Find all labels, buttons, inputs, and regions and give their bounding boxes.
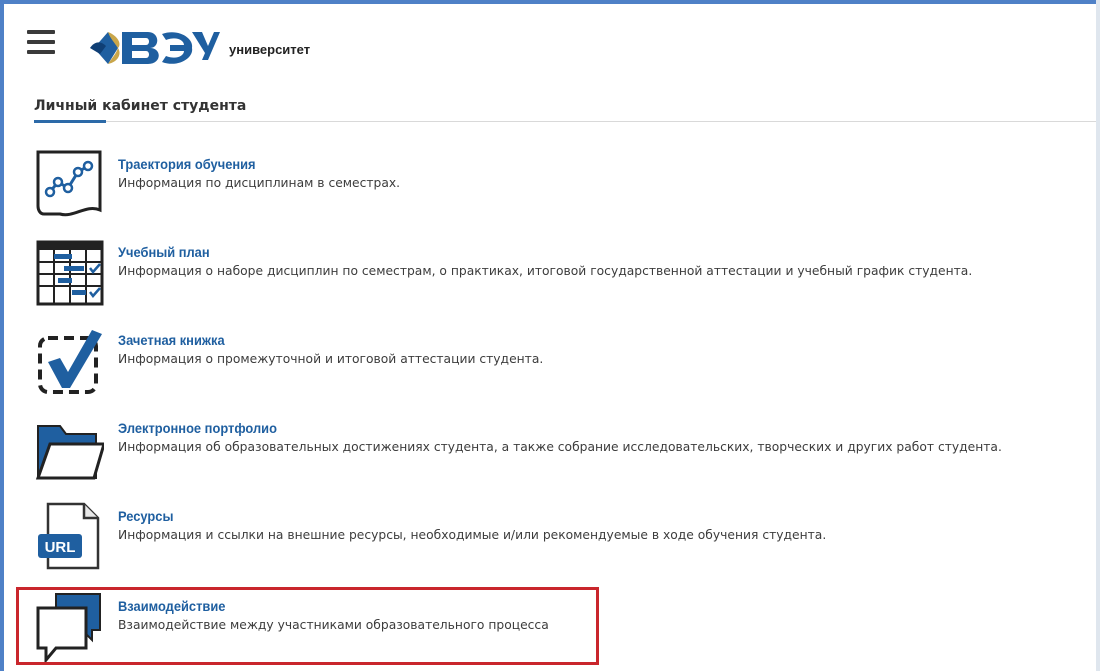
menu-item-title[interactable]: Электронное портфолио	[118, 420, 277, 436]
menu-item-portfolio[interactable]: Электронное портфолио Информация об обра…	[30, 406, 1090, 490]
university-name: университет	[229, 42, 311, 57]
window-frame-top	[0, 0, 1100, 4]
title-accent-bar	[34, 120, 106, 123]
svg-text:URL: URL	[45, 539, 76, 556]
highlight-frame	[16, 587, 599, 665]
menu-item-trajectory[interactable]: Траектория обучения Информация по дисцип…	[30, 142, 1090, 226]
menu-item-description: Информация о наборе дисциплин по семестр…	[118, 264, 973, 278]
window-frame-right	[1096, 0, 1100, 671]
menu-item-title[interactable]: Зачетная книжка	[118, 332, 225, 348]
menu-item-title[interactable]: Траектория обучения	[118, 156, 256, 172]
study-plan-table-icon	[34, 236, 104, 308]
menu-item-resources[interactable]: URL Ресурсы Информация и ссылки на внешн…	[30, 494, 1090, 578]
title-divider	[34, 121, 1096, 122]
university-logo[interactable]	[88, 24, 220, 72]
trajectory-chart-icon	[34, 148, 104, 220]
menu-item-description: Информация и ссылки на внешние ресурсы, …	[118, 528, 827, 542]
menu-item-title[interactable]: Ресурсы	[118, 508, 173, 524]
menu-item-description: Информация по дисциплинам в семестрах.	[118, 176, 401, 190]
folder-icon	[34, 412, 107, 484]
menu-icon[interactable]	[27, 30, 55, 62]
url-document-icon: URL	[34, 500, 104, 572]
menu-item-description: Информация о промежуточной и итоговой ат…	[118, 352, 544, 366]
menu-item-gradebook[interactable]: Зачетная книжка Информация о промежуточн…	[30, 318, 1090, 402]
menu-item-study-plan[interactable]: Учебный план Информация о наборе дисципл…	[30, 230, 1090, 314]
menu-item-title[interactable]: Учебный план	[118, 244, 210, 260]
checkmark-icon	[34, 324, 104, 396]
window-frame-left	[0, 0, 4, 671]
menu-item-description: Информация об образовательных достижения…	[118, 440, 1002, 454]
page-title: Личный кабинет студента	[34, 98, 247, 114]
